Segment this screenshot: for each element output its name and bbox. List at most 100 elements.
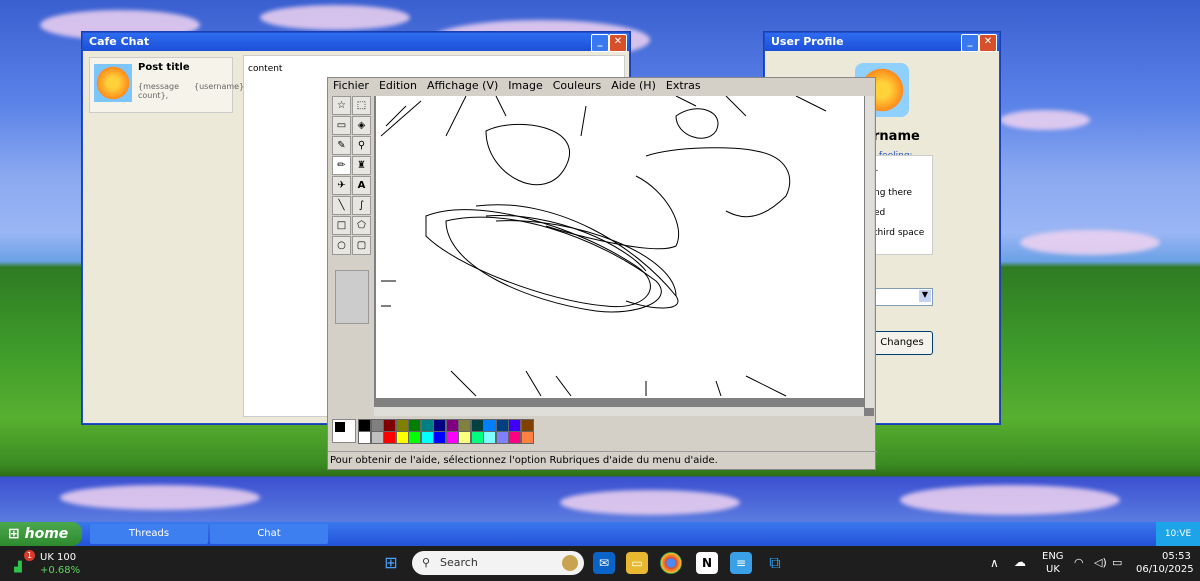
rectangle-icon[interactable]: □ — [332, 216, 351, 235]
search-highlight-icon — [562, 555, 578, 571]
rect-select-icon[interactable]: ⬚ — [352, 96, 371, 115]
paint-toolbox: ☆ ⬚ ▭ ◈ ✎ ⚲ ✏ ♜ ✈ A ╲ ∫ □ ⬠ ○ ▢ — [332, 96, 372, 414]
palette-swatch[interactable] — [483, 431, 496, 444]
color-palette — [332, 419, 534, 444]
feeling-options: r ng there ed third space — [871, 155, 933, 255]
fill-icon[interactable]: ◈ — [352, 116, 371, 135]
taskbar-chat[interactable]: Chat — [210, 524, 328, 544]
color-picker-icon[interactable]: ✎ — [332, 136, 351, 155]
window-title: User Profile — [771, 35, 844, 48]
xp-clock: 10:VE — [1156, 522, 1200, 546]
xp-taskbar: ⊞ home Threads Chat 10:VE — [0, 522, 1200, 546]
free-select-icon[interactable]: ☆ — [332, 96, 351, 115]
search-box[interactable]: ⚲ Search — [412, 551, 584, 575]
minimize-button[interactable]: _ — [961, 34, 979, 52]
outlook-icon[interactable]: ✉ — [593, 552, 615, 574]
clock-date[interactable]: 06/10/2025 — [1136, 564, 1194, 575]
paint-window: Fichier Edition Affichage (V) Image Coul… — [327, 77, 877, 470]
palette-swatch[interactable] — [445, 431, 459, 444]
palette-swatch[interactable] — [495, 431, 509, 444]
save-changes-label: Changes — [880, 337, 924, 348]
line-icon[interactable]: ╲ — [332, 196, 351, 215]
eraser-icon[interactable]: ▭ — [332, 116, 351, 135]
palette-swatch[interactable] — [458, 431, 471, 444]
ticker-name: UK 100 — [40, 552, 77, 563]
palette-swatch[interactable] — [370, 431, 384, 444]
palette-swatch[interactable] — [408, 431, 421, 444]
cloud-icon[interactable]: ☁ — [1014, 555, 1026, 569]
notion-icon[interactable]: N — [696, 552, 718, 574]
rounded-rect-icon[interactable]: ▢ — [352, 236, 371, 255]
clock-time[interactable]: 05:53 — [1162, 551, 1191, 562]
tool-options-box[interactable] — [335, 270, 369, 324]
user-profile-titlebar[interactable]: User Profile _ ✕ — [765, 33, 999, 52]
menu-fichier[interactable]: Fichier — [333, 78, 369, 94]
magnifier-icon[interactable]: ⚲ — [352, 136, 371, 155]
brush-icon[interactable]: ♜ — [352, 156, 371, 175]
polygon-icon[interactable]: ⬠ — [352, 216, 371, 235]
status-text: Pour obtenir de l'aide, sélectionnez l'o… — [330, 455, 718, 466]
current-colors[interactable] — [332, 419, 356, 443]
close-button[interactable]: ✕ — [979, 34, 997, 52]
foreground-color — [335, 422, 345, 432]
notepad-icon[interactable]: ≡ — [730, 552, 752, 574]
post-message-count: {message count}, — [138, 82, 180, 100]
menu-edition[interactable]: Edition — [379, 78, 417, 94]
feeling-option[interactable]: ng there — [874, 188, 912, 198]
canvas-area — [374, 96, 874, 416]
palette-swatch[interactable] — [395, 431, 409, 444]
menu-extras[interactable]: Extras — [666, 78, 701, 94]
file-explorer-icon[interactable]: ▭ — [626, 552, 648, 574]
vscode-icon[interactable]: ⧉ — [764, 552, 786, 574]
airbrush-icon[interactable]: ✈ — [332, 176, 351, 195]
paint-menubar: Fichier Edition Affichage (V) Image Coul… — [328, 78, 875, 94]
clock-text: 10:VE — [1164, 529, 1192, 539]
wifi-icon[interactable]: ◠ — [1074, 556, 1084, 569]
post-title: Post title — [138, 62, 190, 73]
palette-swatch[interactable] — [433, 431, 446, 444]
language-top[interactable]: ENG — [1042, 551, 1064, 562]
search-icon: ⚲ — [422, 556, 431, 569]
menu-affichage[interactable]: Affichage (V) — [427, 78, 498, 94]
feeling-option[interactable]: third space — [874, 228, 924, 238]
language-bottom[interactable]: UK — [1046, 564, 1060, 575]
vertical-scrollbar[interactable] — [865, 96, 874, 408]
palette-swatch[interactable] — [470, 431, 484, 444]
palette-swatch[interactable] — [420, 431, 434, 444]
profile-username: rname — [873, 129, 920, 144]
ticker-change: +0.68% — [40, 565, 81, 576]
curve-icon[interactable]: ∫ — [352, 196, 371, 215]
save-changes-button[interactable]: Changes — [871, 331, 933, 355]
palette-swatch[interactable] — [358, 431, 371, 444]
close-button[interactable]: ✕ — [609, 34, 627, 52]
post-card[interactable]: Post title {message count}, {username} — [89, 57, 244, 113]
battery-icon[interactable]: ▭ — [1112, 556, 1122, 569]
minimize-button[interactable]: _ — [591, 34, 609, 52]
chrome-icon[interactable] — [660, 552, 682, 574]
palette-swatch[interactable] — [383, 431, 396, 444]
status-dropdown[interactable]: ▼ — [871, 288, 933, 306]
volume-icon[interactable]: ◁) — [1094, 556, 1107, 569]
post-username: {username} — [194, 82, 245, 91]
menu-couleurs[interactable]: Couleurs — [553, 78, 601, 94]
ellipse-icon[interactable]: ○ — [332, 236, 351, 255]
taskbar-threads[interactable]: Threads — [90, 524, 208, 544]
menu-aide[interactable]: Aide (H) — [611, 78, 656, 94]
palette-swatch[interactable] — [508, 431, 521, 444]
text-icon[interactable]: A — [352, 176, 371, 195]
stock-widget[interactable]: 1 ▟ UK 100 +0.68% — [14, 550, 84, 578]
start-label: home — [24, 526, 69, 542]
windows-start-icon[interactable]: ⊞ — [380, 552, 402, 574]
menu-image[interactable]: Image — [508, 78, 542, 94]
pencil-icon[interactable]: ✏ — [332, 156, 351, 175]
search-placeholder: Search — [440, 556, 478, 569]
palette-swatch[interactable] — [520, 431, 534, 444]
drawing-canvas[interactable] — [376, 96, 864, 398]
cafe-chat-titlebar[interactable]: Cafe Chat _ ✕ — [83, 33, 629, 52]
horizontal-scrollbar[interactable] — [374, 407, 864, 416]
start-button[interactable]: ⊞ home — [0, 522, 82, 546]
status-bar: Pour obtenir de l'aide, sélectionnez l'o… — [328, 451, 877, 469]
chevron-up-icon[interactable]: ∧ — [990, 556, 999, 570]
chart-up-icon: ▟ — [14, 562, 22, 573]
scribble-drawing — [380, 96, 827, 397]
